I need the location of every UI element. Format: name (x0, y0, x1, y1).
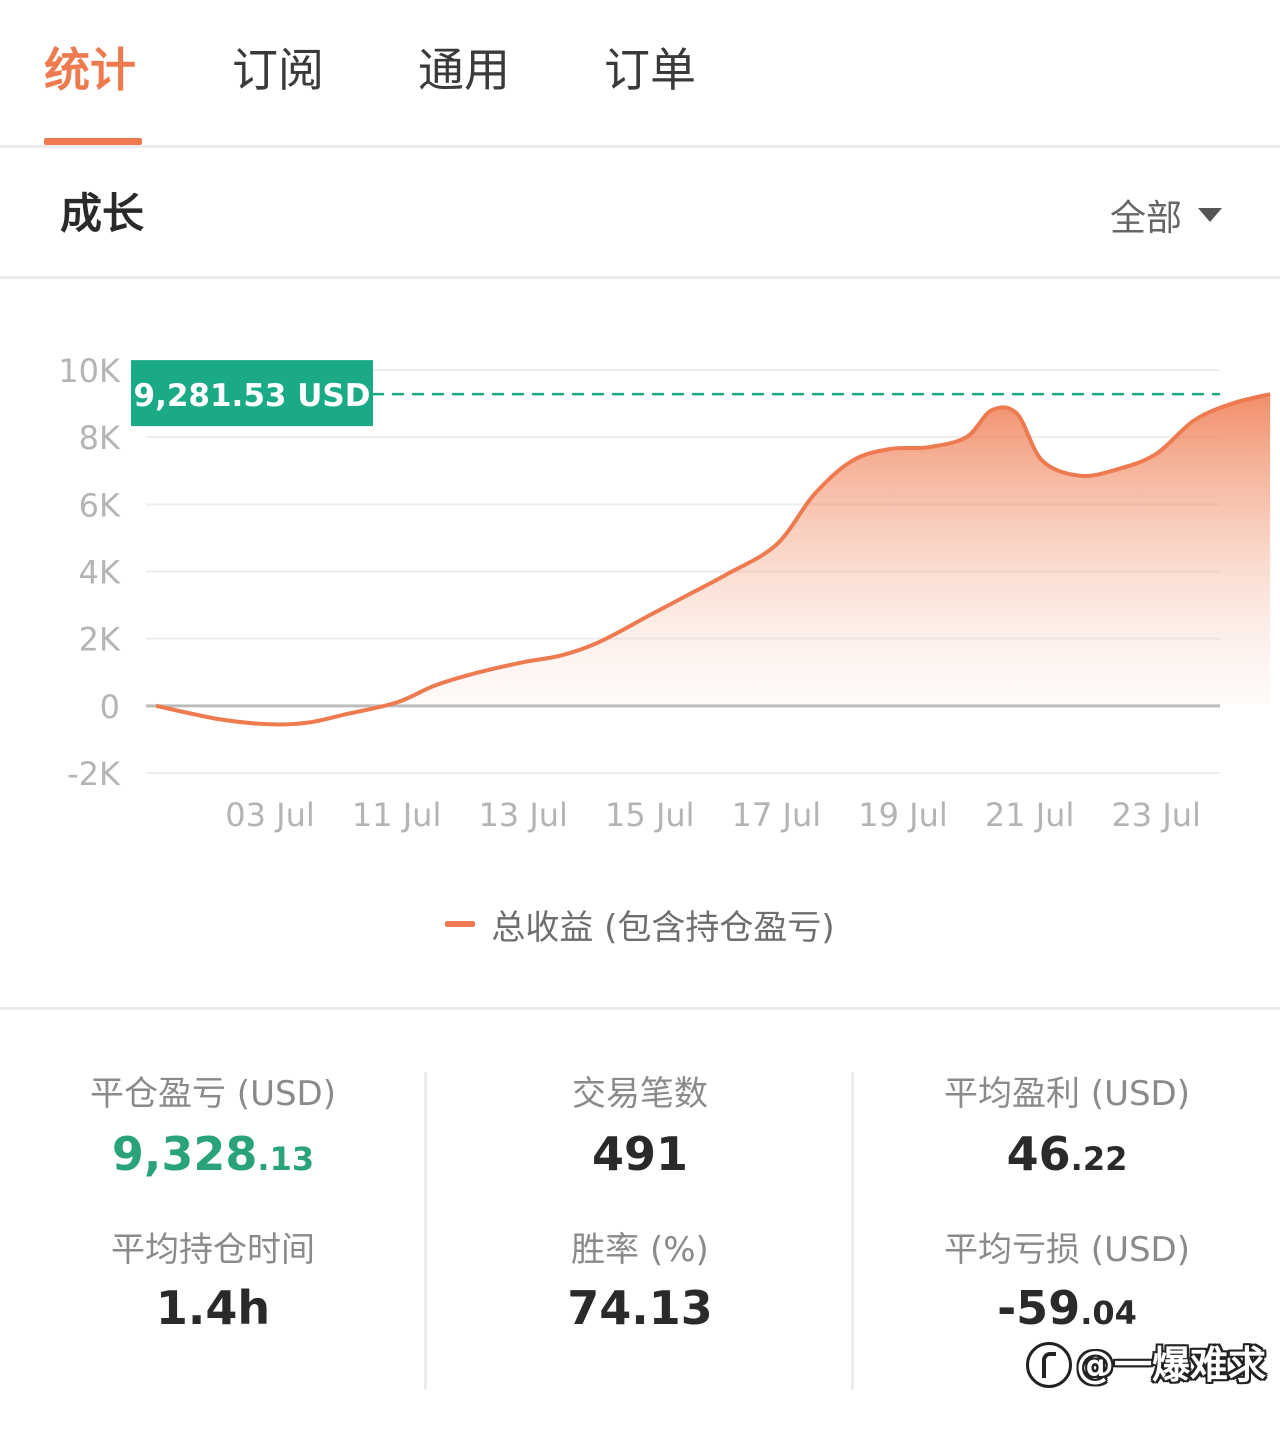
y-tick-label: 6K (79, 486, 121, 524)
tab-orders[interactable]: 订单 (604, 38, 696, 102)
legend-label: 总收益 (包含持仓盈亏) (491, 907, 835, 948)
y-tick-label: 2K (79, 621, 121, 659)
legend-swatch (445, 921, 476, 927)
tab-divider (0, 145, 1280, 148)
x-tick-label: 23 Jul (1111, 796, 1201, 834)
tab-statistics[interactable]: 统计 (44, 38, 136, 102)
series-area (394, 394, 1271, 703)
watermark: @一爆难求 (1025, 1338, 1266, 1392)
stat-value-closed-pnl: 9,328.13 (111, 1127, 315, 1181)
stat-value-avg-loss: -59.04 (997, 1281, 1137, 1335)
zhihu-logo-icon (1025, 1342, 1072, 1388)
y-tick-label: 0 (100, 688, 120, 726)
watermark-text: @一爆难求 (1075, 1343, 1266, 1387)
stat-value-avg-profit: 46.22 (1006, 1127, 1128, 1181)
tab-bar: 统计 订阅 通用 订单 (0, 0, 1280, 146)
x-tick-label: 15 Jul (605, 796, 695, 834)
active-tab-indicator (44, 138, 142, 145)
stat-label-avg-hold-time: 平均持仓时间 (111, 1230, 315, 1270)
range-select-label: 全部 (1109, 198, 1182, 239)
stat-label-avg-loss: 平均亏损 (USD) (944, 1230, 1190, 1270)
y-tick-label: 10K (58, 352, 121, 390)
stat-value-trade-count: 491 (591, 1127, 689, 1181)
stat-value-win-rate: 74.13 (567, 1281, 713, 1335)
caret-down-icon (1198, 208, 1222, 222)
x-tick-label: 21 Jul (985, 796, 1075, 834)
stat-label-trade-count: 交易笔数 (572, 1074, 708, 1114)
chart-legend: 总收益 (包含持仓盈亏) (0, 896, 1280, 952)
y-tick-label: 4K (79, 554, 121, 592)
x-tick-label: 17 Jul (732, 796, 822, 834)
growth-chart: 10K 8K 6K 4K 2K 0 -2K 03 Jul 11 Jul 13 Jul 15 Jul… (58, 352, 1271, 834)
x-tick-label: 11 Jul (352, 796, 442, 834)
stat-label-avg-profit: 平均盈利 (USD) (944, 1074, 1190, 1114)
x-tick-label: 19 Jul (858, 796, 948, 834)
section-title: 成长 (60, 189, 145, 238)
stat-label-closed-pnl: 平仓盈亏 (USD) (90, 1074, 336, 1114)
x-tick-label: 13 Jul (478, 796, 568, 834)
stat-label-win-rate: 胜率 (%) (571, 1230, 709, 1270)
current-value-label: 9,281.53 USD (134, 378, 371, 414)
tab-general[interactable]: 通用 (418, 38, 510, 102)
tab-subscriptions[interactable]: 订阅 (232, 38, 324, 102)
stats-column-1: 平仓盈亏 (USD) 9,328.13 平均持仓时间 1.4h (0, 1010, 426, 1435)
x-tick-label: 03 Jul (225, 796, 315, 834)
header-divider (0, 276, 1280, 279)
y-tick-label: 8K (79, 419, 121, 457)
stat-value-avg-hold-time: 1.4h (155, 1281, 271, 1335)
range-select[interactable]: 全部 (1110, 190, 1222, 240)
stats-column-2: 交易笔数 491 胜率 (%) 74.13 (427, 1010, 853, 1435)
y-tick-label: -2K (67, 755, 121, 793)
